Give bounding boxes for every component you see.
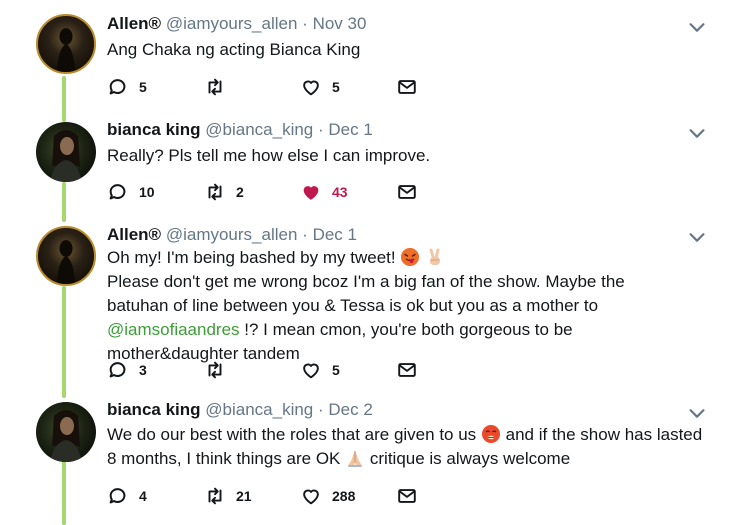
tweet-date[interactable]: Nov 30 bbox=[313, 14, 367, 33]
reply-button[interactable]: 5 bbox=[107, 75, 147, 99]
like-button[interactable]: 5 bbox=[300, 75, 340, 99]
dm-button[interactable] bbox=[396, 180, 418, 204]
retweet-button[interactable]: 21 bbox=[204, 484, 252, 508]
tweet: bianca king @bianca_king · Dec 2 We do o… bbox=[0, 392, 750, 525]
retweet-icon bbox=[204, 76, 226, 98]
tweet-text: Really? Pls tell me how else I can impro… bbox=[107, 146, 431, 165]
tweet-date[interactable]: Dec 1 bbox=[313, 225, 357, 244]
tweet-text: Oh my! I'm being bashed by my tweet! Ple… bbox=[107, 246, 682, 366]
separator-dot: · bbox=[302, 14, 308, 33]
separator-dot: · bbox=[302, 225, 308, 244]
display-name[interactable]: bianca king bbox=[107, 400, 201, 419]
chevron-down-icon[interactable] bbox=[686, 122, 708, 144]
retweet-button[interactable] bbox=[204, 75, 236, 99]
heart-outline-icon bbox=[300, 485, 322, 507]
reply-button[interactable]: 4 bbox=[107, 484, 147, 508]
envelope-icon bbox=[396, 485, 418, 507]
reply-count: 3 bbox=[139, 362, 147, 378]
reply-icon bbox=[107, 359, 129, 381]
victory-hand-emoji-icon bbox=[425, 247, 445, 267]
chevron-down-icon[interactable] bbox=[686, 402, 708, 424]
user-handle[interactable]: @iamyours_allen bbox=[166, 225, 298, 244]
heart-filled-icon bbox=[300, 181, 322, 203]
separator-dot: · bbox=[318, 120, 324, 139]
reply-count: 10 bbox=[139, 184, 155, 200]
retweet-button[interactable]: 2 bbox=[204, 180, 244, 204]
like-count: 5 bbox=[332, 79, 340, 95]
chevron-down-icon[interactable] bbox=[686, 16, 708, 38]
like-button[interactable]: 288 bbox=[300, 484, 355, 508]
avatar[interactable] bbox=[36, 14, 96, 74]
reply-icon bbox=[107, 76, 129, 98]
reply-icon bbox=[107, 485, 129, 507]
tweet: Allen® @iamyours_allen · Dec 1 Oh my! I'… bbox=[0, 220, 750, 390]
dm-button[interactable] bbox=[396, 75, 418, 99]
reply-button[interactable]: 10 bbox=[107, 180, 155, 204]
tweet-text-line: Please don't get me wrong bcoz I'm a big… bbox=[107, 272, 625, 315]
display-name[interactable]: Allen® bbox=[107, 14, 161, 33]
heart-outline-icon bbox=[300, 359, 322, 381]
tweet-text: Ang Chaka ng acting Bianca King bbox=[107, 40, 361, 59]
like-button[interactable]: 43 bbox=[300, 180, 348, 204]
retweet-count: 2 bbox=[236, 184, 244, 200]
avatar[interactable] bbox=[36, 226, 96, 286]
chevron-down-icon[interactable] bbox=[686, 226, 708, 248]
envelope-icon bbox=[396, 76, 418, 98]
tweet-header: Allen® @iamyours_allen · Dec 1 bbox=[107, 225, 357, 245]
tweet-header: Allen® @iamyours_allen · Nov 30 bbox=[107, 14, 366, 34]
retweet-icon bbox=[204, 485, 226, 507]
display-name[interactable]: Allen® bbox=[107, 225, 161, 244]
mention-link[interactable]: @iamsofiaandres bbox=[107, 320, 240, 339]
folded-hands-emoji-icon bbox=[345, 448, 365, 468]
envelope-icon bbox=[396, 181, 418, 203]
like-button[interactable]: 5 bbox=[300, 358, 340, 382]
tweet: Allen® @iamyours_allen · Nov 30 Ang Chak… bbox=[0, 0, 750, 110]
reply-icon bbox=[107, 181, 129, 203]
like-count: 5 bbox=[332, 362, 340, 378]
separator-dot: · bbox=[318, 400, 324, 419]
user-handle[interactable]: @bianca_king bbox=[205, 400, 313, 419]
retweet-icon bbox=[204, 181, 226, 203]
tweet-header: bianca king @bianca_king · Dec 2 bbox=[107, 400, 373, 420]
kiss-face-emoji-icon bbox=[481, 424, 501, 444]
tweet-text: We do our best with the roles that are g… bbox=[107, 423, 707, 471]
like-count: 288 bbox=[332, 488, 356, 504]
tweet-text-line: Oh my! I'm being bashed by my tweet! bbox=[107, 248, 396, 267]
dm-button[interactable] bbox=[396, 484, 418, 508]
tweet-header: bianca king @bianca_king · Dec 1 bbox=[107, 120, 373, 140]
display-name[interactable]: bianca king bbox=[107, 120, 201, 139]
retweet-button[interactable] bbox=[204, 358, 236, 382]
user-handle[interactable]: @iamyours_allen bbox=[166, 14, 298, 33]
avatar[interactable] bbox=[36, 402, 96, 462]
user-handle[interactable]: @bianca_king bbox=[205, 120, 313, 139]
heart-outline-icon bbox=[300, 76, 322, 98]
reply-button[interactable]: 3 bbox=[107, 358, 147, 382]
like-count: 43 bbox=[332, 184, 348, 200]
tweet-date[interactable]: Dec 2 bbox=[328, 400, 372, 419]
tongue-out-emoji-icon bbox=[400, 247, 420, 267]
envelope-icon bbox=[396, 359, 418, 381]
retweet-count: 21 bbox=[236, 488, 252, 504]
tweet: bianca king @bianca_king · Dec 1 Really?… bbox=[0, 110, 750, 220]
tweet-text-part: We do our best with the roles that are g… bbox=[107, 425, 477, 444]
tweet-text-part: critique is always welcome bbox=[369, 449, 571, 468]
dm-button[interactable] bbox=[396, 358, 418, 382]
reply-count: 5 bbox=[139, 79, 147, 95]
tweet-date[interactable]: Dec 1 bbox=[328, 120, 372, 139]
reply-count: 4 bbox=[139, 488, 147, 504]
retweet-icon bbox=[204, 359, 226, 381]
avatar[interactable] bbox=[36, 122, 96, 182]
